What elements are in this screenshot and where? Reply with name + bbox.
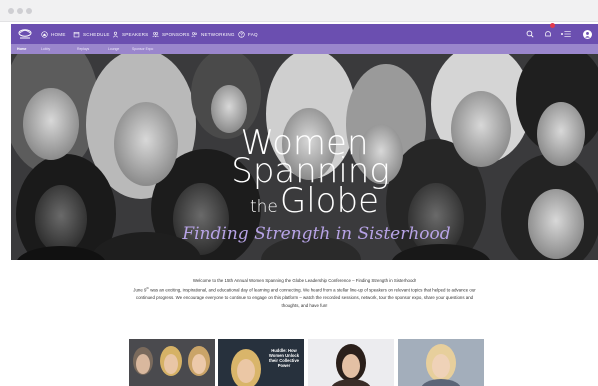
subnav-home[interactable]: Home <box>17 44 26 54</box>
session-thumbnail-2[interactable]: Huddle: How Women Unlock their Collectiv… <box>218 339 304 386</box>
welcome-paragraph: June 9th was an exciting, inspirational,… <box>127 285 482 310</box>
nav-faq[interactable]: FAQ <box>238 24 258 44</box>
menu-button[interactable] <box>560 24 572 44</box>
notification-button[interactable] <box>544 23 555 44</box>
session-thumbnail-1[interactable] <box>129 339 215 386</box>
window-maximize-dot[interactable] <box>26 8 32 14</box>
conference-page: HOME SCHEDULE SPEAKERS SPONSORS NETWORKI… <box>11 23 598 386</box>
calendar-icon <box>73 31 80 37</box>
speaker-photo-group-1 <box>129 339 215 386</box>
subnav-lobby[interactable]: Lobby <box>41 44 50 54</box>
nav-speakers-label: SPEAKERS <box>122 31 149 37</box>
nav-home-label: HOME <box>51 31 66 37</box>
browser-chrome <box>0 0 598 22</box>
window-close-dot[interactable] <box>8 8 14 14</box>
sub-navigation: Home Lobby Replays Lounge Sponsor Expo <box>11 44 598 54</box>
hero-title-the-globe: the Globe <box>21 184 598 224</box>
notification-badge <box>550 23 555 28</box>
window-minimize-dot[interactable] <box>17 8 23 14</box>
nav-faq-label: FAQ <box>248 31 258 37</box>
question-icon <box>238 30 245 38</box>
person-icon <box>585 31 590 38</box>
menu-icon <box>561 31 571 37</box>
welcome-body: was an exciting, inspirational, and educ… <box>135 287 476 308</box>
welcome-date: June 9 <box>133 287 147 293</box>
search-icon <box>526 30 534 38</box>
nav-sponsors-label: SPONSORS <box>162 31 190 37</box>
top-navigation: HOME SCHEDULE SPEAKERS SPONSORS NETWORKI… <box>11 23 598 44</box>
nav-networking[interactable]: NETWORKING <box>191 24 235 44</box>
hero-tagline: Finding Strength in Sisterhood <box>182 224 451 244</box>
network-icon <box>191 31 197 37</box>
welcome-message: Welcome to the 15th Annual Women Spannin… <box>127 277 482 310</box>
nav-sponsors[interactable]: SPONSORS <box>152 24 190 44</box>
subnav-replays[interactable]: Replays <box>77 44 89 54</box>
search-button[interactable] <box>526 24 534 44</box>
notification-icon <box>545 31 551 37</box>
person-icon <box>113 31 118 38</box>
speaker-photo-4 <box>398 339 484 386</box>
user-avatar <box>583 29 592 39</box>
home-icon <box>41 30 48 38</box>
nav-speakers[interactable]: SPEAKERS <box>112 24 148 44</box>
hero-title-the: the <box>249 197 278 217</box>
nav-schedule-label: SCHEDULE <box>83 31 110 37</box>
nav-schedule[interactable]: SCHEDULE <box>73 24 110 44</box>
welcome-headline: Welcome to the 15th Annual Women Spannin… <box>192 278 417 283</box>
session-thumbnail-4[interactable] <box>398 339 484 386</box>
hero-banner: Women Spanning the Globe Finding Strengt… <box>11 54 598 260</box>
speaker-photo-3 <box>308 339 394 386</box>
nav-networking-label: NETWORKING <box>201 31 235 37</box>
subnav-sponsor-expo[interactable]: Sponsor Expo <box>132 44 153 54</box>
session-thumbnail-3[interactable] <box>308 339 394 386</box>
conference-logo-icon[interactable] <box>17 27 33 41</box>
subnav-lounge[interactable]: Lounge <box>108 44 119 54</box>
session-thumbnail-2-caption: Huddle: How Women Unlock their Collectiv… <box>268 348 300 368</box>
people-icon <box>152 31 159 37</box>
user-account-button[interactable] <box>583 24 592 44</box>
nav-home[interactable]: HOME <box>41 24 66 44</box>
hero-title-globe: Globe <box>279 181 379 221</box>
